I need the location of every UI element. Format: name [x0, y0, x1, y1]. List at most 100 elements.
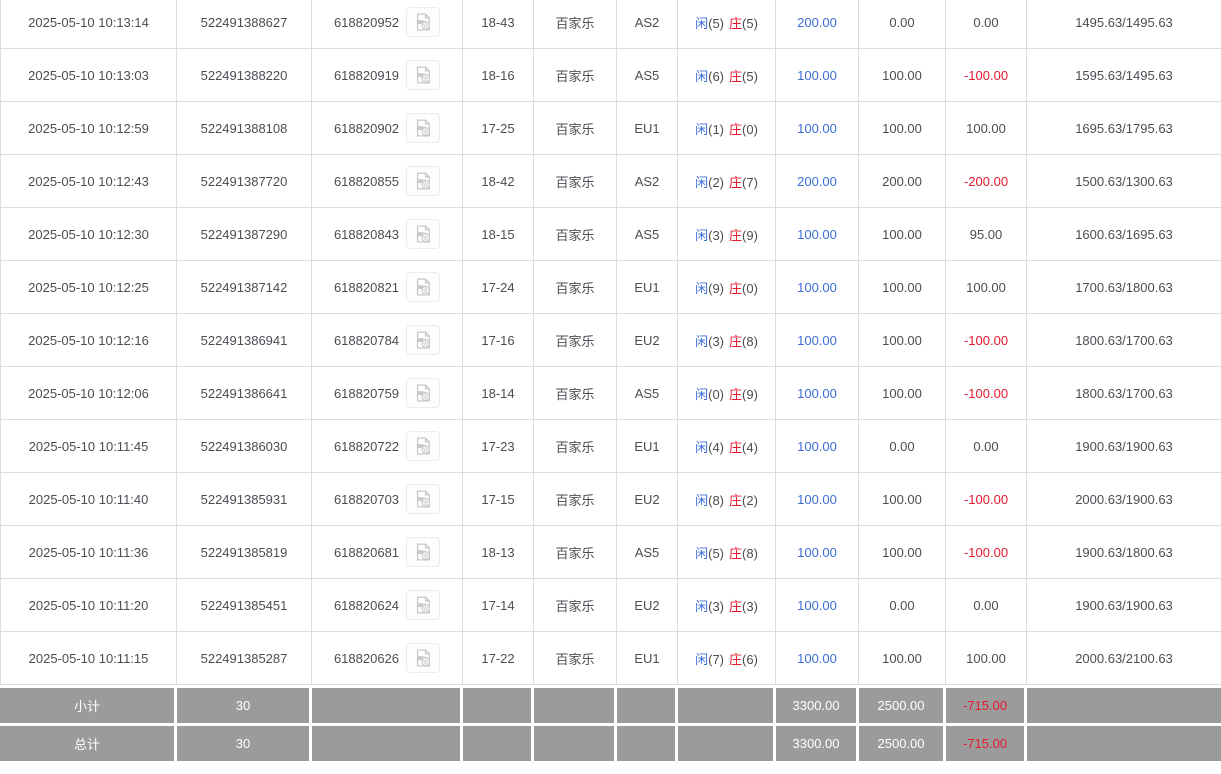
balance-cell: 1695.63/1795.63	[1026, 101, 1221, 155]
video-replay-button[interactable]	[406, 60, 441, 90]
bet-id: 522491386941	[200, 332, 288, 348]
video-replay-button[interactable]	[406, 166, 441, 196]
round-id: 618820624	[333, 597, 400, 613]
video-replay-button[interactable]	[406, 219, 441, 249]
bet-id-cell: 522491388627	[176, 0, 312, 49]
game-type-cell: 百家乐	[533, 154, 617, 208]
player-result-score: (5)	[708, 545, 724, 561]
bet-record-row: 2025-05-10 10:12:06 522491386641 6188207…	[0, 366, 1221, 420]
table-round-cell: 17-15	[462, 472, 534, 526]
banker-result-label: 庄	[729, 545, 743, 561]
bet-amount-cell[interactable]: 100.00	[775, 525, 859, 579]
result-cell: 闲(3) 庄(8)	[677, 313, 776, 367]
video-replay-button[interactable]	[406, 378, 441, 408]
table-code-cell: AS2	[616, 0, 678, 49]
bet-amount-cell[interactable]: 100.00	[775, 48, 859, 102]
table-code-cell: AS5	[616, 207, 678, 261]
bet-id: 522491385931	[200, 491, 288, 507]
bet-record-row: 2025-05-10 10:13:03 522491388220 6188209…	[0, 48, 1221, 102]
table-footer: 小计 30 3300.00 2500.00 -715.00 总计 30 3300…	[0, 688, 1221, 761]
bet-amount-cell[interactable]: 100.00	[775, 472, 859, 526]
player-result-score: (3)	[708, 598, 724, 614]
video-replay-button[interactable]	[406, 272, 441, 302]
balance-cell: 1700.63/1800.63	[1026, 260, 1221, 314]
banker-result-label: 庄	[729, 15, 743, 31]
banker-result-score: (8)	[742, 545, 758, 561]
video-replay-button[interactable]	[406, 643, 441, 673]
video-replay-button[interactable]	[406, 7, 441, 37]
round-id: 618820784	[333, 332, 400, 348]
bet-time: 2025-05-10 10:13:03	[28, 67, 149, 83]
video-replay-button[interactable]	[406, 431, 441, 461]
round-id-cell: 618820784	[311, 313, 463, 367]
video-replay-button[interactable]	[406, 537, 441, 567]
total-win-loss: -715.00	[946, 726, 1024, 761]
bet-time-cell: 2025-05-10 10:11:45	[0, 419, 177, 473]
bet-amount-cell[interactable]: 100.00	[775, 260, 859, 314]
win-loss-cell: -100.00	[945, 472, 1027, 526]
table-round-cell: 17-16	[462, 313, 534, 367]
bet-time-cell: 2025-05-10 10:12:06	[0, 366, 177, 420]
result-cell: 闲(0) 庄(9)	[677, 366, 776, 420]
bet-amount-cell[interactable]: 100.00	[775, 101, 859, 155]
video-replay-button[interactable]	[406, 113, 441, 143]
bet-amount-cell[interactable]: 100.00	[775, 207, 859, 261]
table-code-cell: EU1	[616, 631, 678, 685]
bet-amount-cell[interactable]: 100.00	[775, 366, 859, 420]
balance-cell: 1900.63/1800.63	[1026, 525, 1221, 579]
balance-cell: 1900.63/1900.63	[1026, 419, 1221, 473]
table-code-cell: EU2	[616, 472, 678, 526]
round-id: 618820843	[333, 226, 400, 242]
table-round-cell: 17-14	[462, 578, 534, 632]
round-id: 618820919	[333, 67, 400, 83]
result-cell: 闲(5) 庄(8)	[677, 525, 776, 579]
game-type-cell: 百家乐	[533, 472, 617, 526]
total-label: 总计	[0, 726, 174, 761]
bet-id: 522491387290	[200, 226, 288, 242]
bet-amount: 100.00	[797, 226, 837, 242]
player-result-label: 闲	[695, 598, 709, 614]
game-type-cell: 百家乐	[533, 260, 617, 314]
video-replay-button[interactable]	[406, 590, 441, 620]
bet-amount-cell[interactable]: 100.00	[775, 419, 859, 473]
bet-amount-cell[interactable]: 100.00	[775, 313, 859, 367]
win-loss-cell: 0.00	[945, 0, 1027, 49]
balance-cell: 1900.63/1900.63	[1026, 578, 1221, 632]
bet-time: 2025-05-10 10:12:43	[28, 173, 149, 189]
game-type-cell: 百家乐	[533, 0, 617, 49]
player-result-score: (7)	[708, 651, 724, 667]
bet-time-cell: 2025-05-10 10:11:40	[0, 472, 177, 526]
table-code-cell: EU2	[616, 578, 678, 632]
video-file-icon	[416, 490, 431, 508]
bet-record-row: 2025-05-10 10:13:14 522491388627 6188209…	[0, 0, 1221, 49]
video-replay-button[interactable]	[406, 484, 441, 514]
banker-result-score: (8)	[742, 333, 758, 349]
bet-amount: 100.00	[797, 385, 837, 401]
subtotal-spacer-balance	[1027, 688, 1221, 723]
banker-result-score: (2)	[742, 492, 758, 508]
round-id-cell: 618820626	[311, 631, 463, 685]
total-spacer-tablecode	[617, 726, 675, 761]
bet-amount-cell[interactable]: 100.00	[775, 578, 859, 632]
video-file-icon	[416, 278, 431, 296]
bet-time-cell: 2025-05-10 10:12:16	[0, 313, 177, 367]
bet-id-cell: 522491385451	[176, 578, 312, 632]
bet-amount-cell[interactable]: 100.00	[775, 631, 859, 685]
win-loss-cell: -100.00	[945, 48, 1027, 102]
result-cell: 闲(8) 庄(2)	[677, 472, 776, 526]
banker-result-label: 庄	[729, 280, 743, 296]
bet-id-cell: 522491387290	[176, 207, 312, 261]
subtotal-valid-amount: 2500.00	[859, 688, 943, 723]
video-file-icon	[416, 649, 431, 667]
video-file-icon	[416, 225, 431, 243]
bet-id: 522491388627	[200, 14, 288, 30]
bet-amount-cell[interactable]: 200.00	[775, 154, 859, 208]
banker-result-score: (5)	[742, 15, 758, 31]
player-result-score: (6)	[708, 68, 724, 84]
banker-result-label: 庄	[729, 386, 743, 402]
subtotal-row: 小计 30 3300.00 2500.00 -715.00	[0, 688, 1221, 723]
bet-amount-cell[interactable]: 200.00	[775, 0, 859, 49]
bet-id: 522491387720	[200, 173, 288, 189]
bet-record-row: 2025-05-10 10:12:30 522491387290 6188208…	[0, 207, 1221, 261]
video-replay-button[interactable]	[406, 325, 441, 355]
